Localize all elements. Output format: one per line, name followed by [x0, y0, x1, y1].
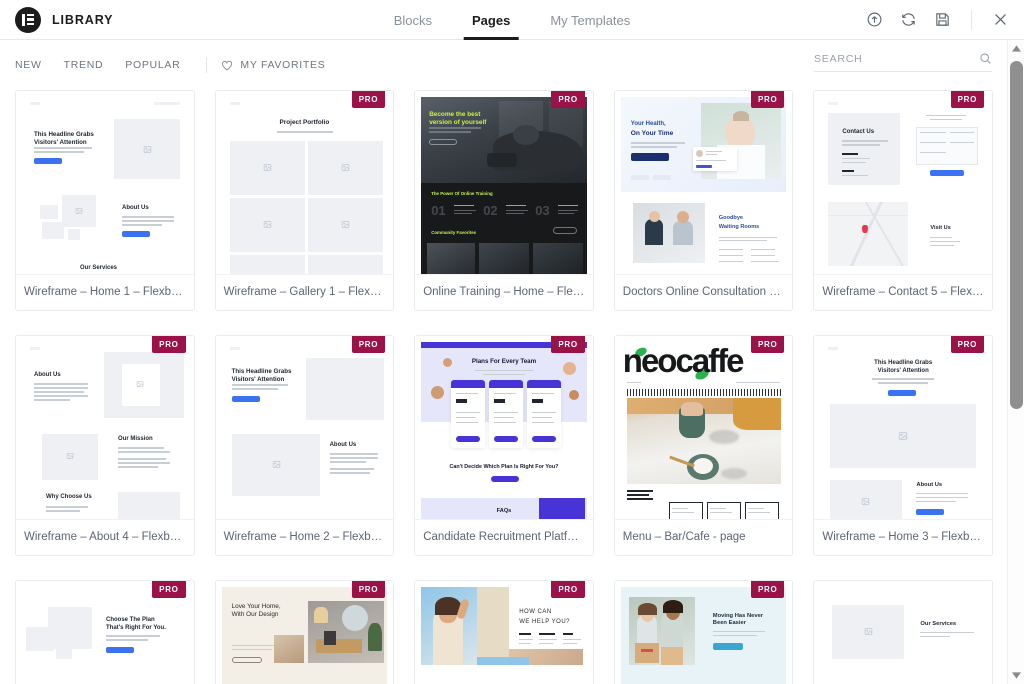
vertical-scrollbar[interactable] — [1007, 40, 1024, 684]
filter-divider — [206, 57, 208, 73]
template-card[interactable]: PRO Become the bestversion of yourself — [414, 90, 594, 311]
pro-badge: PRO — [152, 581, 186, 598]
pro-badge: PRO — [950, 336, 984, 353]
save-icon[interactable] — [934, 11, 951, 28]
template-thumbnail: PRO Plans For Every Team Can't Decide Wh… — [415, 336, 593, 520]
template-thumbnail: PRO Your Health, On Your Time Goodbye Wa… — [614, 91, 793, 275]
filter-trend[interactable]: TREND — [64, 59, 118, 71]
pro-badge: PRO — [551, 91, 585, 108]
library-title: LIBRARY — [52, 12, 114, 27]
filter-my-favorites[interactable]: MY FAVORITES — [221, 59, 325, 71]
tab-my-templates[interactable]: My Templates — [530, 0, 650, 40]
filter-new[interactable]: NEW — [15, 59, 56, 71]
template-card[interactable]: Our Services — [813, 580, 993, 684]
template-thumbnail: PRO Contact Us Visit Us — [814, 91, 992, 275]
template-thumbnail: PRO Become the bestversion of yourself — [415, 91, 593, 275]
template-card[interactable]: PRO This Headline Grabs Visitors' Attenti… — [813, 335, 993, 556]
template-card[interactable]: PRO Plans For Every Team Can't Decide Wh… — [414, 335, 594, 556]
pro-badge: PRO — [750, 336, 785, 353]
template-title: Online Training – Home – Flexbox - ... — [423, 286, 593, 298]
tab-pages[interactable]: Pages — [452, 0, 530, 40]
search-input[interactable] — [814, 52, 979, 65]
pro-badge: PRO — [551, 581, 585, 598]
template-title: Wireframe – Home 2 – Flexbox - pa... — [223, 531, 394, 543]
template-card[interactable]: PRO Project Portfolio Wireframe – Galler… — [214, 90, 395, 311]
template-thumbnail: PRO Choose The Plan That's Right For You. — [16, 581, 194, 684]
header-divider — [971, 9, 972, 30]
scroll-up-button[interactable] — [1008, 40, 1024, 57]
brand: LIBRARY — [0, 6, 114, 33]
template-thumbnail: PRO This Headline Grabs Visitors' Attenti… — [215, 336, 394, 520]
template-card[interactable]: PRO Contact Us Visit Us Wireframe – Cont… — [813, 90, 993, 311]
template-title: Wireframe – Contact 5 – Flexbox - ... — [822, 286, 992, 298]
library-modal-header: LIBRARY Blocks Pages My Templates — [0, 0, 1024, 40]
pro-badge: PRO — [551, 336, 585, 353]
template-thumbnail: PRO Moving Has Never Been Easier — [614, 581, 793, 684]
template-thumbnail: PRO This Headline Grabs Visitors' Attenti… — [814, 336, 992, 520]
favorites-label: MY FAVORITES — [240, 59, 326, 71]
caret-down-icon — [1012, 672, 1021, 679]
template-title: Menu – Bar/Cafe - page — [622, 531, 746, 543]
template-title: Wireframe – Home 1 – Flexbox - pa... — [24, 286, 194, 298]
template-card[interactable]: PRO neocaffe Menu – Bar/Cafe - page — [613, 335, 794, 556]
library-tabs: Blocks Pages My Templates — [374, 0, 651, 40]
template-thumbnail: PRO HOW CAN WE HELP YOU? — [415, 581, 593, 684]
heart-icon — [222, 60, 233, 71]
elementor-logo-icon — [15, 6, 41, 33]
upload-icon[interactable] — [866, 11, 883, 28]
scrollbar-thumb[interactable] — [1010, 61, 1023, 409]
template-card[interactable]: PRO Choose The Plan That's Right For You. — [15, 580, 195, 684]
template-thumbnail: PRO About Us Our Mission Why Choose Us — [16, 336, 194, 520]
pro-badge: PRO — [750, 91, 785, 108]
pro-badge: PRO — [351, 581, 386, 598]
scroll-down-button[interactable] — [1008, 667, 1024, 684]
template-title: Wireframe – About 4 – Flexbox - pa... — [24, 531, 194, 543]
template-title: Wireframe – Gallery 1 – Flexbox - p... — [223, 286, 394, 298]
template-thumbnail: Our Services — [814, 581, 992, 684]
template-card[interactable]: PRO Moving Has Never Been Easier — [613, 580, 794, 684]
pro-badge: PRO — [351, 336, 386, 353]
template-card[interactable]: PRO HOW CAN WE HELP YOU? — [414, 580, 594, 684]
template-thumbnail: PRO Love Your Home, With Our Design — [215, 581, 394, 684]
template-thumbnail: PRO Project Portfolio — [215, 91, 394, 275]
close-icon[interactable] — [992, 11, 1009, 28]
template-card[interactable]: PRO Love Your Home, With Our Design — [214, 580, 395, 684]
template-thumbnail: This Headline Grabs Visitors' Attention A… — [16, 91, 194, 275]
template-card[interactable]: PRO This Headline Grabs Visitors' Attenti… — [214, 335, 395, 556]
header-actions — [866, 9, 1024, 30]
template-grid: This Headline Grabs Visitors' Attention A… — [15, 90, 993, 684]
search-icon[interactable] — [979, 52, 992, 65]
caret-up-icon — [1012, 45, 1021, 52]
pro-badge: PRO — [950, 91, 984, 108]
pro-badge: PRO — [152, 336, 186, 353]
pro-badge: PRO — [351, 91, 386, 108]
filter-popular[interactable]: POPULAR — [125, 59, 194, 71]
pro-badge: PRO — [750, 581, 785, 598]
template-grid-scroll[interactable]: This Headline Grabs Visitors' Attention A… — [0, 90, 1024, 684]
template-title: Candidate Recruitment Platform - p... — [423, 531, 593, 543]
template-thumbnail: PRO neocaffe — [614, 336, 793, 520]
scrollbar-track[interactable] — [1010, 57, 1023, 667]
filter-list: NEW TREND POPULAR MY FAVORITES — [15, 57, 325, 73]
filter-bar: NEW TREND POPULAR MY FAVORITES — [0, 40, 1024, 90]
search-box — [814, 52, 992, 72]
tab-blocks[interactable]: Blocks — [374, 0, 452, 40]
template-card[interactable]: PRO Your Health, On Your Time Goodbye Wa… — [613, 90, 794, 311]
sync-icon[interactable] — [900, 11, 917, 28]
template-title: Wireframe – Home 3 – Flexbox - pa... — [822, 531, 992, 543]
template-title: Doctors Online Consultation – Flex... — [622, 286, 793, 298]
template-card[interactable]: PRO About Us Our Mission Why Choose Us W… — [15, 335, 195, 556]
template-card[interactable]: This Headline Grabs Visitors' Attention A… — [15, 90, 195, 311]
